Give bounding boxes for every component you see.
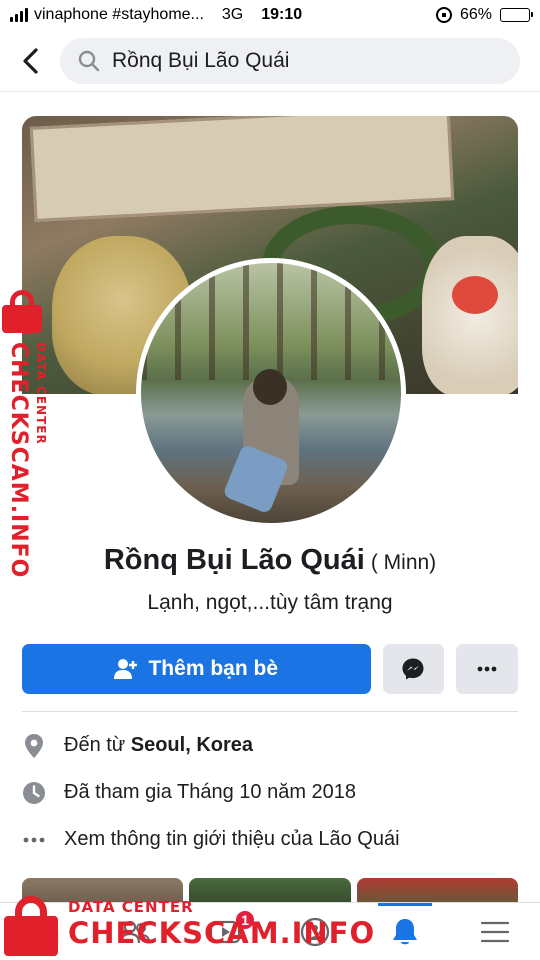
battery-icon: [500, 8, 533, 22]
message-button[interactable]: [382, 644, 445, 694]
network-type: 3G: [221, 6, 244, 23]
nav-menu[interactable]: [450, 903, 540, 960]
status-bar: vinaphone #stayhome... 3G 19:10 66%: [0, 0, 540, 30]
battery-percent: 66%: [459, 6, 492, 23]
profile-avatar[interactable]: [136, 258, 406, 528]
watermark-side-big: CHECKSCAM.INFO: [6, 342, 31, 579]
profile-bio: Lạnh, ngọt,...tùy tâm trạng: [147, 591, 393, 614]
profile-alternate-name: ( Minn): [370, 551, 437, 574]
profile-details: Đến từ Seoul, Korea Đã tham gia Tháng 10…: [22, 722, 518, 863]
orientation-lock-icon: [435, 7, 452, 23]
search-input[interactable]: Rồnq Bụi Lão Quái: [60, 37, 520, 84]
watermark-bottom-small: DATA CENTER: [68, 898, 194, 916]
search-icon: [78, 50, 100, 71]
divider: [22, 711, 518, 712]
location-pin-icon: [22, 733, 46, 758]
add-friend-icon: [114, 659, 138, 679]
search-header: Rồnq Bụi Lão Quái: [0, 30, 540, 92]
clock-icon: [22, 781, 46, 805]
watermark-bottom-big: CHECKSCAM.INFO: [68, 916, 376, 950]
joined-text: Đã tham gia Tháng 10 năm 2018: [64, 781, 357, 803]
back-button[interactable]: [14, 44, 48, 78]
chevron-left-icon: [23, 47, 38, 74]
carrier-name: vinaphone #stayhome...: [34, 6, 204, 23]
more-icon: [477, 666, 497, 672]
profile-actions: Thêm bạn bè: [22, 644, 518, 694]
more-options-button[interactable]: [456, 644, 518, 694]
bell-icon: [393, 918, 417, 944]
hometown-place[interactable]: Seoul, Korea: [131, 734, 253, 757]
clock: 19:10: [261, 6, 303, 23]
hometown-prefix: Đến từ: [64, 734, 131, 756]
watermark-side-small: DATA CENTER: [34, 342, 48, 445]
padlock-icon: [4, 896, 58, 956]
add-friend-label: Thêm bạn bè: [148, 657, 279, 680]
more-dots-icon: [22, 828, 46, 852]
search-query: Rồnq Bụi Lão Quái: [112, 48, 290, 72]
add-friend-button[interactable]: Thêm bạn bè: [22, 644, 371, 694]
detail-about-link[interactable]: Xem thông tin giới thiệu của Lão Quái: [22, 816, 518, 863]
about-link-text: Xem thông tin giới thiệu của Lão Quái: [64, 828, 400, 850]
detail-hometown: Đến từ Seoul, Korea: [22, 722, 518, 769]
watermark-bottom: DATA CENTER CHECKSCAM.INFO: [4, 892, 374, 960]
padlock-icon: [2, 290, 42, 333]
detail-joined: Đã tham gia Tháng 10 năm 2018: [22, 769, 518, 816]
watermark-side: CHECKSCAM.INFO DATA CENTER: [2, 290, 62, 578]
hamburger-menu-icon: [481, 921, 509, 942]
signal-icon: [10, 8, 28, 22]
messenger-icon: [402, 658, 424, 680]
profile-name-row: Rồnq Bụi Lão Quái( Minn): [0, 544, 540, 577]
profile-name: Rồnq Bụi Lão Quái: [103, 544, 365, 576]
